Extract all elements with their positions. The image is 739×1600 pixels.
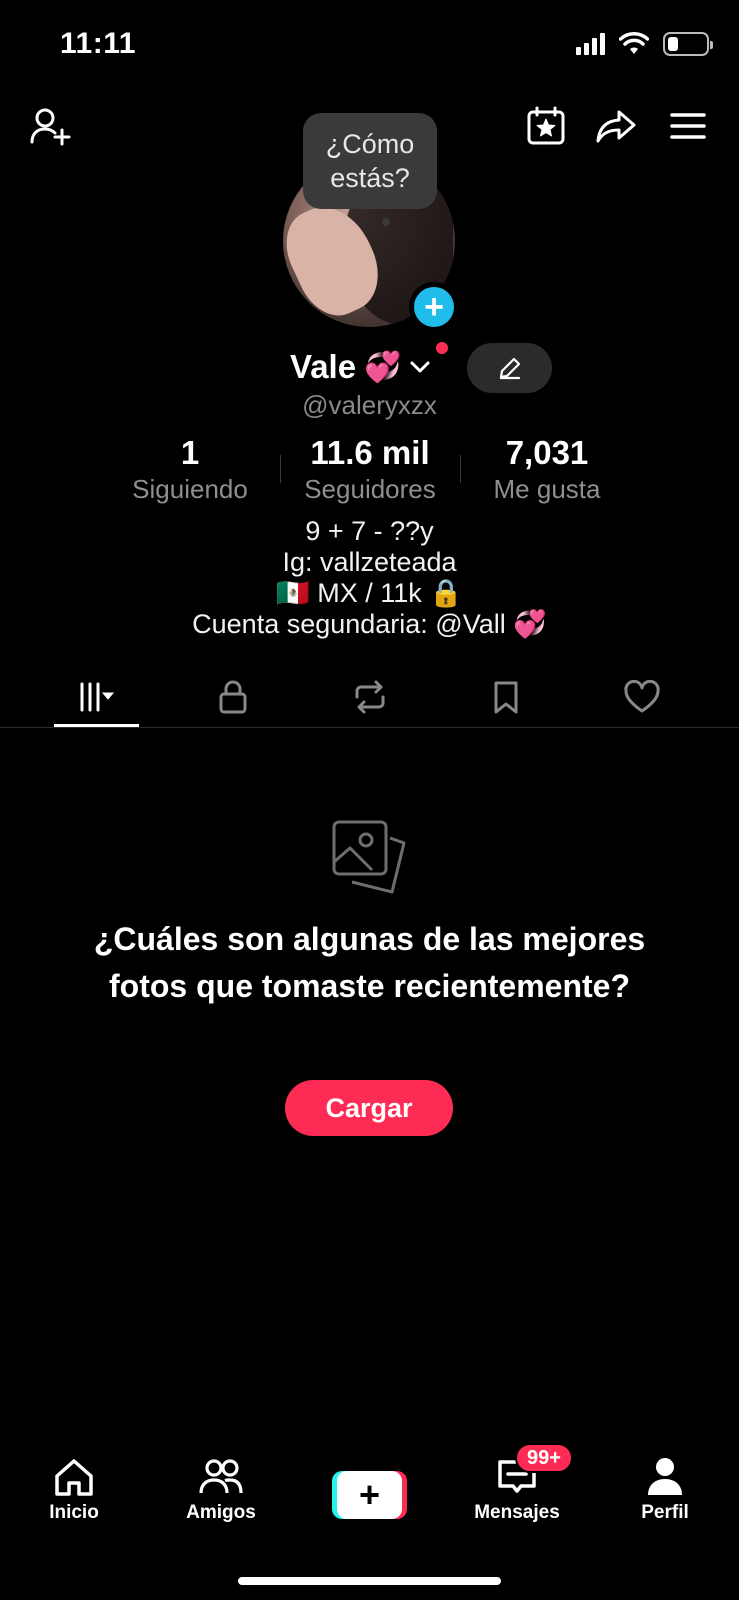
add-friend-button[interactable] xyxy=(28,104,72,148)
bio-line: Ig: vallzeteada xyxy=(282,547,457,577)
tab-private[interactable] xyxy=(188,668,278,726)
menu-button[interactable] xyxy=(666,104,710,148)
bio-line: 9 + 7 - ??y xyxy=(305,516,434,546)
nav-home[interactable]: Inicio xyxy=(19,1455,129,1524)
stat-likes-label: Me gusta xyxy=(493,474,601,504)
nav-profile-label: Perfil xyxy=(641,1502,689,1523)
mood-prompt-line2: estás? xyxy=(330,163,410,193)
add-story-button[interactable]: + xyxy=(409,282,459,332)
stat-followers-value: 11.6 mil xyxy=(310,434,430,471)
profile-icon xyxy=(648,1458,682,1495)
add-friend-icon xyxy=(30,108,71,146)
status-bar: 11:11 xyxy=(0,0,739,90)
wifi-icon xyxy=(619,32,649,54)
tab-reposts[interactable] xyxy=(325,668,415,726)
calendar-star-icon xyxy=(527,106,565,145)
events-button[interactable] xyxy=(524,104,568,148)
stat-following-label: Siguiendo xyxy=(132,474,248,504)
bookmark-icon xyxy=(494,681,518,714)
username: @valeryxzx xyxy=(302,390,437,420)
stat-likes-value: 7,031 xyxy=(505,434,589,471)
mood-prompt-line1: ¿Cómo xyxy=(325,129,415,159)
lock-icon xyxy=(219,680,247,714)
grid-icon xyxy=(80,682,115,712)
nav-friends-label: Amigos xyxy=(186,1502,256,1523)
menu-icon xyxy=(670,113,706,139)
profile-stats: 1 Siguiendo 11.6 mil Seguidores 7,031 Me… xyxy=(0,433,739,505)
photos-icon xyxy=(332,820,406,894)
share-icon xyxy=(596,110,636,143)
upload-button[interactable]: Cargar xyxy=(285,1080,453,1136)
active-tab-indicator xyxy=(54,724,139,727)
tab-saved[interactable] xyxy=(461,668,551,726)
stat-likes[interactable]: 7,031 Me gusta xyxy=(457,433,637,505)
nav-friends[interactable]: Amigos xyxy=(166,1455,276,1524)
notification-dot xyxy=(436,342,448,354)
nav-home-label: Inicio xyxy=(49,1502,99,1523)
home-indicator xyxy=(238,1577,501,1585)
bio-line: 🇲🇽 MX / 11k 🔒 xyxy=(276,578,463,608)
plus-icon: + xyxy=(424,288,444,326)
edit-profile-button[interactable] xyxy=(467,343,552,393)
plus-icon: + xyxy=(358,1474,381,1515)
mood-bubble-tail xyxy=(382,218,390,226)
stat-followers[interactable]: 11.6 mil Seguidores xyxy=(280,433,460,505)
pencil-icon xyxy=(499,357,520,380)
nav-inbox-label: Mensajes xyxy=(474,1502,560,1523)
stat-followers-label: Seguidores xyxy=(304,474,436,504)
signal-icon xyxy=(576,33,605,55)
battery-icon xyxy=(663,32,713,56)
mood-bubble[interactable]: ¿Cómo estás? xyxy=(303,113,437,209)
repost-icon xyxy=(355,680,385,714)
content-tabs xyxy=(0,668,739,728)
tab-liked[interactable] xyxy=(597,668,687,726)
name-emoji: 💞 xyxy=(364,350,402,384)
bio-line[interactable]: Cuenta segundaria: @Vall 💞 xyxy=(0,609,739,640)
stat-following-value: 1 xyxy=(180,434,200,471)
home-icon xyxy=(55,1459,93,1496)
tab-videos[interactable] xyxy=(51,668,141,726)
share-button[interactable] xyxy=(594,104,638,148)
heart-icon xyxy=(624,679,660,713)
status-icons xyxy=(576,32,713,56)
status-time: 11:11 xyxy=(60,27,136,60)
create-button[interactable]: + xyxy=(332,1471,407,1519)
account-switcher[interactable]: Vale 💞 xyxy=(290,342,448,389)
friends-icon xyxy=(199,1459,243,1494)
empty-state-title: ¿Cuáles son algunas de las mejores fotos… xyxy=(93,921,646,1004)
stat-following[interactable]: 1 Siguiendo xyxy=(100,433,280,505)
bio: 9 + 7 - ??y Ig: vallzeteada 🇲🇽 MX / 11k … xyxy=(0,516,739,640)
nav-profile[interactable]: Perfil xyxy=(610,1455,720,1524)
inbox-badge: 99+ xyxy=(515,1443,573,1473)
display-name: Vale xyxy=(290,348,357,385)
chevron-down-icon xyxy=(410,361,430,373)
bottom-nav: Inicio Amigos + Mensajes 99+ Perfil xyxy=(0,1443,739,1565)
